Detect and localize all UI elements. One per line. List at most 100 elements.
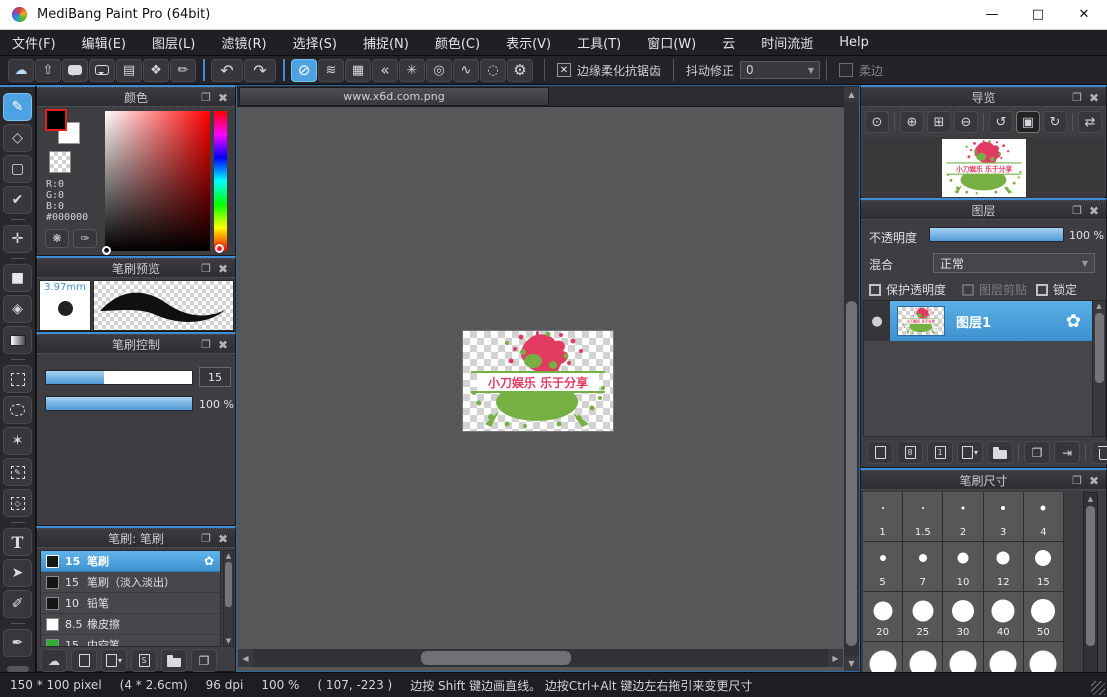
zoom-in-button[interactable]: ⊕	[900, 111, 924, 133]
hue-cursor[interactable]	[215, 244, 224, 253]
publish-button[interactable]: ⇧	[35, 59, 61, 82]
material-panel-button[interactable]: ❖	[143, 59, 169, 82]
close-icon[interactable]: ✖	[1089, 91, 1099, 105]
add-layer-menu-button[interactable]: ▾	[957, 441, 983, 464]
snap-concentric-button[interactable]: ◎	[426, 59, 452, 82]
snap-settings-button[interactable]: ⚙	[507, 59, 533, 82]
brush-cloud-button[interactable]: ☁	[41, 649, 67, 672]
brush-add-button[interactable]	[71, 649, 97, 672]
maximize-button[interactable]: □	[1015, 0, 1061, 29]
brush-item[interactable]: 15 中空笔	[41, 635, 220, 647]
snap-radial-button[interactable]: ✳	[399, 59, 425, 82]
rotate-left-button[interactable]: ↺	[989, 111, 1013, 133]
document-button[interactable]: ▤	[116, 59, 142, 82]
menu-tool[interactable]: 工具(T)	[577, 33, 621, 52]
canvas-area[interactable]: www.x6d.com.png ▲ ▼ ◀ ▶	[236, 85, 860, 672]
tool-shape[interactable]: ▢	[3, 155, 32, 183]
scroll-right-button[interactable]: ▶	[828, 649, 843, 667]
tool-fill-shape[interactable]: ■	[3, 264, 32, 292]
scroll-thumb[interactable]	[1086, 506, 1095, 646]
close-icon[interactable]: ✖	[1089, 204, 1099, 218]
close-icon[interactable]: ✖	[218, 338, 228, 352]
tool-eraser[interactable]: ◇	[3, 124, 32, 152]
fit-screen-button[interactable]: ⊞	[927, 111, 951, 133]
close-button[interactable]: ✕	[1061, 0, 1107, 29]
scroll-left-button[interactable]: ◀	[238, 649, 253, 667]
sv-cursor[interactable]	[102, 246, 111, 255]
brush-settings-icon[interactable]: ✿	[204, 554, 214, 568]
menu-filter[interactable]: 滤镜(R)	[221, 33, 266, 52]
add-layer-button[interactable]	[867, 441, 893, 464]
close-icon[interactable]: ✖	[1089, 474, 1099, 488]
tool-brush[interactable]: ✎	[3, 93, 32, 121]
scroll-down-button[interactable]: ▼	[844, 656, 859, 671]
brush-size-cell[interactable]: 1.5	[903, 492, 942, 541]
menu-view[interactable]: 表示(V)	[506, 33, 551, 52]
document-tab[interactable]: www.x6d.com.png	[239, 87, 549, 106]
flip-view-button[interactable]: ⇄	[1078, 111, 1102, 133]
annotation-button[interactable]	[89, 59, 115, 82]
comment-button[interactable]	[62, 59, 88, 82]
close-icon[interactable]: ✖	[218, 262, 228, 276]
add-1bit-layer-button[interactable]: 1	[927, 441, 953, 464]
tool-eyedropper[interactable]: ✒	[3, 629, 32, 657]
popout-icon[interactable]: ❐	[201, 91, 211, 104]
merge-layer-button[interactable]: ⇥	[1054, 441, 1080, 464]
brush-size-cell[interactable]: 12	[984, 542, 1023, 591]
scroll-up-button[interactable]: ▲	[844, 87, 859, 102]
popout-icon[interactable]: ❐	[201, 338, 211, 351]
canvas-vscroll-thumb[interactable]	[846, 301, 857, 646]
brush-script-button[interactable]: S	[131, 649, 157, 672]
layer-opacity-slider[interactable]	[929, 227, 1064, 242]
snap-curve-button[interactable]: ∿	[453, 59, 479, 82]
layer-visibility[interactable]: ●	[864, 301, 890, 341]
brush-size-cell[interactable]: 7	[903, 542, 942, 591]
brush-item[interactable]: 8.5 橡皮擦	[41, 614, 220, 635]
tool-text[interactable]: T	[3, 528, 32, 556]
antialias-checkbox[interactable]: ✕	[557, 63, 571, 77]
menu-layer[interactable]: 图层(L)	[152, 33, 195, 52]
navigator-thumbnail[interactable]	[942, 139, 1026, 197]
minimize-button[interactable]: —	[969, 0, 1015, 29]
scroll-thumb[interactable]	[1095, 313, 1104, 383]
brush-duplicate-button[interactable]: ❐	[191, 649, 217, 672]
tool-control-point[interactable]: ✔	[3, 186, 32, 214]
brush-size-cell[interactable]: 40	[984, 592, 1023, 641]
tool-magic-wand[interactable]: ✶	[3, 427, 32, 455]
palette-add-button[interactable]: ✑	[73, 229, 97, 248]
menu-edit[interactable]: 编辑(E)	[82, 33, 126, 52]
hue-slider[interactable]	[214, 111, 227, 251]
scroll-down-icon[interactable]: ▼	[224, 637, 233, 645]
saturation-value-picker[interactable]	[105, 111, 210, 251]
rotate-reset-button[interactable]: ▣	[1016, 111, 1040, 133]
cloud-button[interactable]: ☁	[8, 59, 34, 82]
snap-parallel-button[interactable]: ≋	[318, 59, 344, 82]
lock-checkbox[interactable]: 锁定	[1036, 281, 1077, 298]
brush-size-slider[interactable]	[45, 370, 193, 385]
protect-alpha-checkbox[interactable]: 保护透明度	[869, 281, 946, 298]
transparent-color-swatch[interactable]	[49, 151, 71, 173]
delete-layer-button[interactable]	[1091, 441, 1107, 464]
snap-ellipse-button[interactable]: ◌	[480, 59, 506, 82]
layer-list-scrollbar[interactable]: ▲	[1092, 301, 1105, 436]
menu-window[interactable]: 窗口(W)	[647, 33, 696, 52]
add-8bit-layer-button[interactable]: 8	[897, 441, 923, 464]
popout-icon[interactable]: ❐	[1072, 204, 1082, 217]
menu-cloud[interactable]: 云	[722, 33, 735, 52]
brush-item[interactable]: 15 笔刷 ✿	[41, 551, 220, 572]
tool-gradient[interactable]	[3, 326, 32, 354]
tool-select-eraser[interactable]: ◇	[3, 489, 32, 517]
menu-snap[interactable]: 捕捉(N)	[363, 33, 409, 52]
popout-icon[interactable]: ❐	[1072, 91, 1082, 104]
tool-select[interactable]	[3, 365, 32, 393]
close-icon[interactable]: ✖	[218, 91, 228, 105]
snap-grid-button[interactable]: ▦	[345, 59, 371, 82]
menu-color[interactable]: 颜色(C)	[435, 33, 480, 52]
tool-operation[interactable]: ➤	[3, 559, 32, 587]
stabilizer-dropdown[interactable]: 0 ▼	[740, 61, 820, 79]
snap-vanishing-button[interactable]: «	[372, 59, 398, 82]
brush-size-cell[interactable]: 30	[943, 592, 982, 641]
blend-mode-dropdown[interactable]: 正常 ▼	[933, 253, 1095, 273]
brush-size-cell[interactable]: 4	[1024, 492, 1063, 541]
brush-size-cell[interactable]: 3	[984, 492, 1023, 541]
